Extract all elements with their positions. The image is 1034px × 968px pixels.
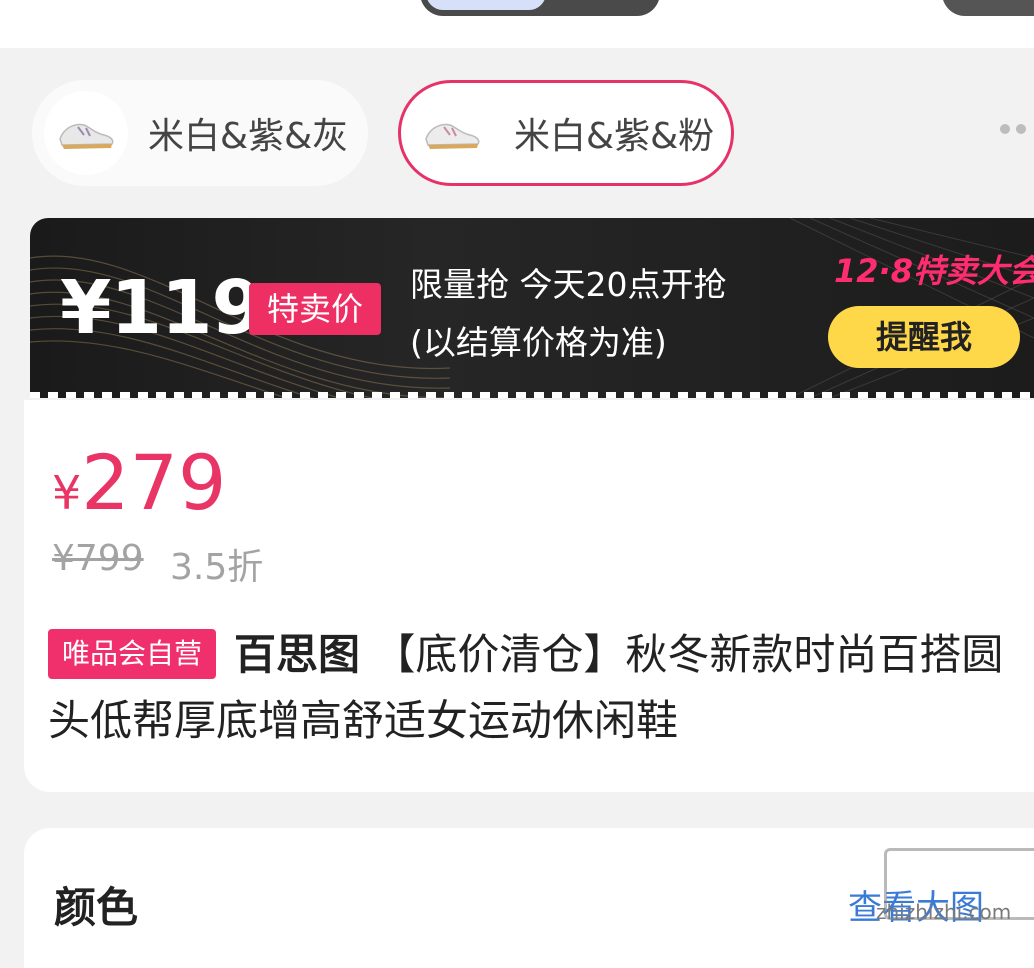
view-switch[interactable] bbox=[420, 0, 660, 16]
remind-me-button[interactable]: 提醒我 bbox=[828, 306, 1020, 368]
flash-sale-time: 限量抢 今天20点开抢 bbox=[410, 265, 727, 304]
shoe-thumbnail bbox=[410, 91, 494, 175]
event-logo: 12·8特卖大会 bbox=[834, 252, 1034, 290]
price-card: ¥279 ¥799 3.5折 唯品会自营 百思图 【底价清仓】秋冬新款时尚百搭圆头… bbox=[24, 400, 1034, 792]
discount-label: 3.5折 bbox=[170, 547, 264, 588]
shoe-thumbnail bbox=[44, 91, 128, 175]
color-section-title: 颜色 bbox=[54, 883, 139, 932]
variant-label: 米白&紫&粉 bbox=[514, 116, 715, 157]
shoe-icon bbox=[59, 123, 114, 149]
product-title: 唯品会自营 百思图 【底价清仓】秋冬新款时尚百搭圆头低帮厚底增高舒适女运动休闲鞋 bbox=[48, 622, 1028, 754]
color-section: 颜色 查看大图 bbox=[24, 828, 1034, 968]
more-variants-indicator[interactable] bbox=[1000, 124, 1026, 134]
dot-icon bbox=[1016, 124, 1026, 134]
top-bar bbox=[0, 0, 1034, 48]
variant-chip-gray[interactable]: 米白&紫&灰 bbox=[32, 80, 368, 186]
variant-label: 米白&紫&灰 bbox=[148, 116, 349, 157]
currency-symbol: ¥ bbox=[52, 466, 82, 520]
original-price: ¥799 bbox=[52, 538, 144, 579]
current-price: ¥279 bbox=[52, 438, 226, 527]
ticket-edge bbox=[30, 392, 1034, 398]
shoe-icon bbox=[425, 123, 480, 149]
view-switch-active[interactable] bbox=[426, 0, 546, 10]
watermark-text: zhizhizhi.com bbox=[876, 900, 1012, 924]
top-right-button[interactable] bbox=[942, 0, 1034, 16]
flash-sale-note: (以结算价格为准) bbox=[410, 323, 667, 362]
dot-icon bbox=[1000, 124, 1010, 134]
flash-sale-banner: ¥119 特卖价 限量抢 今天20点开抢 (以结算价格为准) 12·8特卖大会 … bbox=[30, 218, 1034, 398]
variant-chip-pink[interactable]: 米白&紫&粉 bbox=[398, 80, 734, 186]
flash-sale-price: ¥119 bbox=[60, 265, 263, 351]
self-operated-badge: 唯品会自营 bbox=[48, 628, 217, 679]
flash-sale-tag: 特卖价 bbox=[249, 283, 382, 335]
brand-name: 百思图 bbox=[234, 630, 361, 679]
price-value: 279 bbox=[81, 438, 227, 527]
